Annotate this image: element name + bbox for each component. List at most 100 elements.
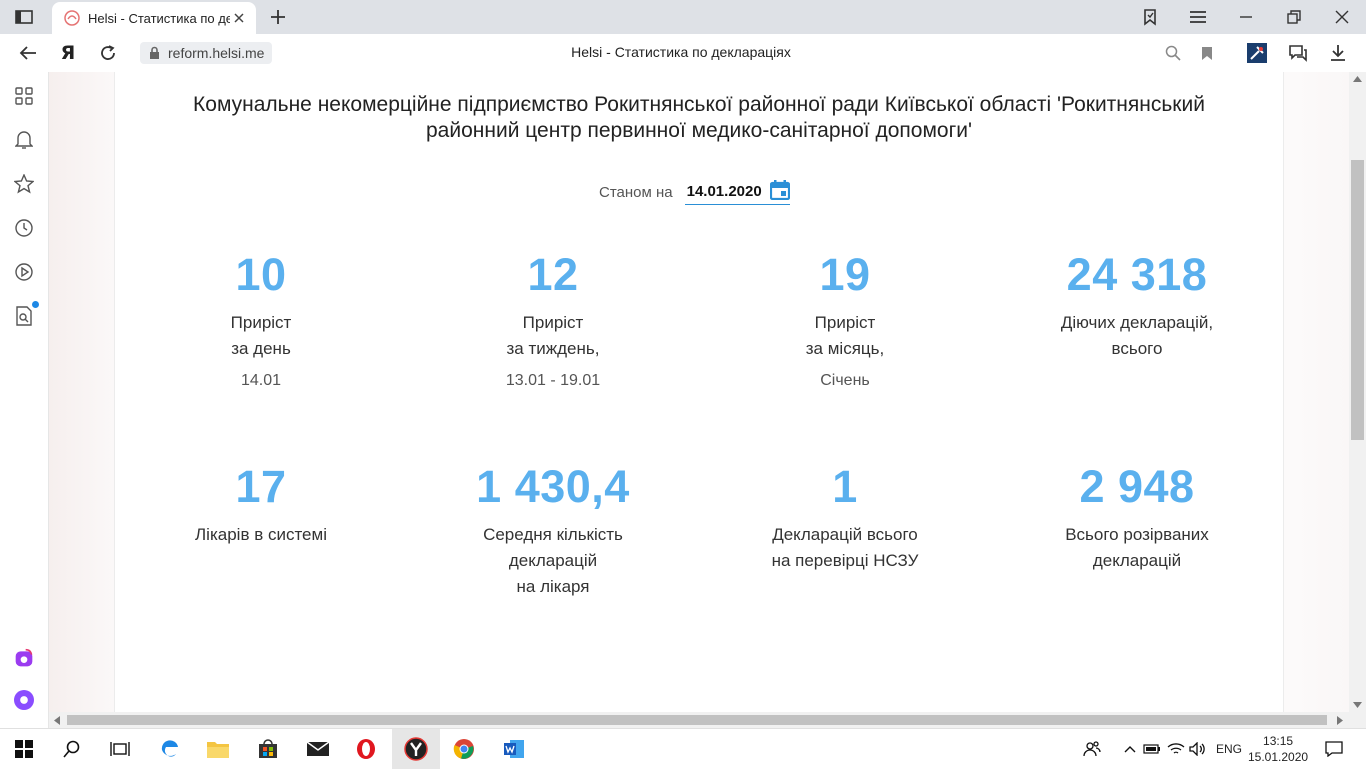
- word-icon[interactable]: [502, 737, 526, 761]
- alice-assistant-icon[interactable]: [14, 690, 34, 710]
- restore-icon[interactable]: [1284, 7, 1304, 27]
- stat-label: декларацій: [1092, 551, 1182, 570]
- clock-date: 15.01.2020: [1248, 750, 1309, 764]
- store-icon[interactable]: [256, 737, 280, 761]
- close-tab-icon[interactable]: [232, 11, 246, 25]
- extension-icon[interactable]: [1247, 43, 1267, 63]
- stat-label: на перевірці НСЗУ: [771, 551, 919, 570]
- alice-speaker-icon[interactable]: [14, 648, 34, 668]
- battery-icon[interactable]: [1140, 737, 1164, 761]
- yandex-browser-icon[interactable]: [404, 737, 428, 761]
- stat-terminated-declarations: 2 948 Всього розірваних декларацій: [1007, 462, 1267, 574]
- stat-period: Січень: [820, 372, 870, 389]
- stat-value: 10: [235, 249, 287, 300]
- stat-value: 12: [527, 249, 579, 300]
- people-icon[interactable]: [1080, 737, 1104, 761]
- stat-label: Приріст: [814, 313, 876, 332]
- scroll-down-icon[interactable]: [1353, 702, 1362, 708]
- toolbar: Я reform.helsi.me Helsi - Статистика по …: [0, 34, 1366, 72]
- document-search-icon[interactable]: [14, 306, 34, 326]
- stat-weekly-growth: 12 Приріст за тиждень, 13.01 - 19.01: [423, 250, 683, 390]
- stat-label: Приріст: [230, 313, 292, 332]
- stat-label: за день: [231, 339, 291, 358]
- tab-title: Helsi - Статистика по де: [88, 10, 230, 26]
- stat-label: Лікарів в системі: [195, 525, 327, 544]
- horizontal-scroll-thumb[interactable]: [67, 715, 1327, 725]
- stat-value: 2 948: [1079, 461, 1195, 512]
- video-play-icon[interactable]: [14, 262, 34, 282]
- tab-strip: Helsi - Статистика по де: [0, 0, 1366, 34]
- reload-icon[interactable]: [98, 43, 118, 63]
- date-value[interactable]: 14.01.2020: [687, 183, 762, 200]
- windows-start-icon[interactable]: [12, 737, 36, 761]
- stat-label: за тиждень,: [506, 339, 600, 358]
- stat-period: 14.01: [240, 372, 282, 389]
- scrollbar-corner: [1349, 712, 1366, 728]
- back-icon[interactable]: [18, 43, 38, 63]
- minimize-icon[interactable]: [1236, 7, 1256, 27]
- comments-icon[interactable]: [1288, 43, 1308, 63]
- clock[interactable]: 13:15 15.01.2020: [1248, 733, 1308, 765]
- organization-title: Комунальне некомерційне підприємство Рок…: [193, 93, 1205, 142]
- scroll-right-icon[interactable]: [1337, 716, 1343, 725]
- stat-label: всього: [1111, 339, 1163, 358]
- show-hidden-icons-icon[interactable]: [1118, 737, 1142, 761]
- date-label: Станом на: [599, 183, 673, 201]
- stat-value: 1 430,4: [476, 461, 630, 512]
- bookmark-icon[interactable]: [1198, 44, 1216, 62]
- stat-value: 17: [235, 461, 287, 512]
- apps-grid-icon[interactable]: [14, 86, 34, 106]
- calendar-icon[interactable]: [769, 179, 790, 200]
- search-icon[interactable]: [60, 737, 84, 761]
- menu-icon[interactable]: [1188, 7, 1208, 27]
- stat-value: 24 318: [1066, 249, 1208, 300]
- date-picker-field[interactable]: 14.01.2020: [684, 176, 790, 205]
- favorites-star-icon[interactable]: [14, 174, 34, 194]
- stat-label: Діючих декларацій,: [1060, 313, 1214, 332]
- notifications-icon[interactable]: [14, 130, 34, 150]
- stat-doctors-in-system: 17 Лікарів в системі: [131, 462, 391, 548]
- stat-label: Всього розірваних: [1065, 525, 1209, 544]
- stat-monthly-growth: 19 Приріст за місяць, Січень: [715, 250, 975, 390]
- stat-under-review: 1 Декларацій всього на перевірці НСЗУ: [715, 462, 975, 574]
- stat-average-per-doctor: 1 430,4 Середня кількість декларацій на …: [423, 462, 683, 600]
- bookmarks-collection-icon[interactable]: [1140, 7, 1160, 27]
- stat-active-declarations: 24 318 Діючих декларацій, всього: [1007, 250, 1267, 362]
- vertical-scrollbar[interactable]: [1349, 72, 1366, 712]
- history-clock-icon[interactable]: [14, 218, 34, 238]
- helsi-favicon-icon: [64, 10, 80, 26]
- wifi-icon[interactable]: [1164, 737, 1188, 761]
- opera-icon[interactable]: [354, 737, 378, 761]
- chrome-icon[interactable]: [452, 737, 476, 761]
- stat-period: 13.01 - 19.01: [505, 372, 601, 389]
- page-title: Helsi - Статистика по деклараціях: [571, 44, 791, 60]
- stat-value: 1: [832, 461, 858, 512]
- task-view-icon[interactable]: [108, 737, 132, 761]
- sidebar-toggle-icon[interactable]: [14, 8, 34, 26]
- clock-time: 13:15: [1263, 734, 1294, 748]
- language-indicator[interactable]: ENG: [1216, 742, 1242, 756]
- vertical-scroll-thumb[interactable]: [1351, 160, 1364, 440]
- edge-browser-icon[interactable]: [158, 737, 182, 761]
- new-tab-icon[interactable]: [268, 7, 288, 27]
- horizontal-scrollbar[interactable]: [49, 712, 1349, 728]
- action-center-icon[interactable]: [1322, 737, 1346, 761]
- stat-label: Декларацій всього: [772, 525, 918, 544]
- stat-value: 19: [819, 249, 871, 300]
- stat-daily-growth: 10 Приріст за день 14.01: [131, 250, 391, 390]
- scroll-up-icon[interactable]: [1353, 76, 1362, 82]
- translate-icon[interactable]: [1164, 44, 1182, 62]
- date-filter: Станом на 14.01.2020: [599, 176, 790, 205]
- download-icon[interactable]: [1328, 43, 1348, 63]
- scroll-left-icon[interactable]: [54, 716, 60, 725]
- volume-icon[interactable]: [1186, 737, 1210, 761]
- browser-tab[interactable]: Helsi - Статистика по де: [52, 2, 256, 34]
- statistics-card: Комунальне некомерційне підприємство Рок…: [114, 72, 1284, 712]
- mail-icon[interactable]: [306, 737, 330, 761]
- notification-dot: [32, 301, 39, 308]
- file-explorer-icon[interactable]: [206, 737, 230, 761]
- yandex-button[interactable]: Я: [58, 42, 78, 64]
- close-window-icon[interactable]: [1332, 7, 1352, 27]
- address-bar[interactable]: reform.helsi.me Helsi - Статистика по де…: [136, 38, 1226, 68]
- windows-taskbar: ENG 13:15 15.01.2020: [0, 728, 1366, 769]
